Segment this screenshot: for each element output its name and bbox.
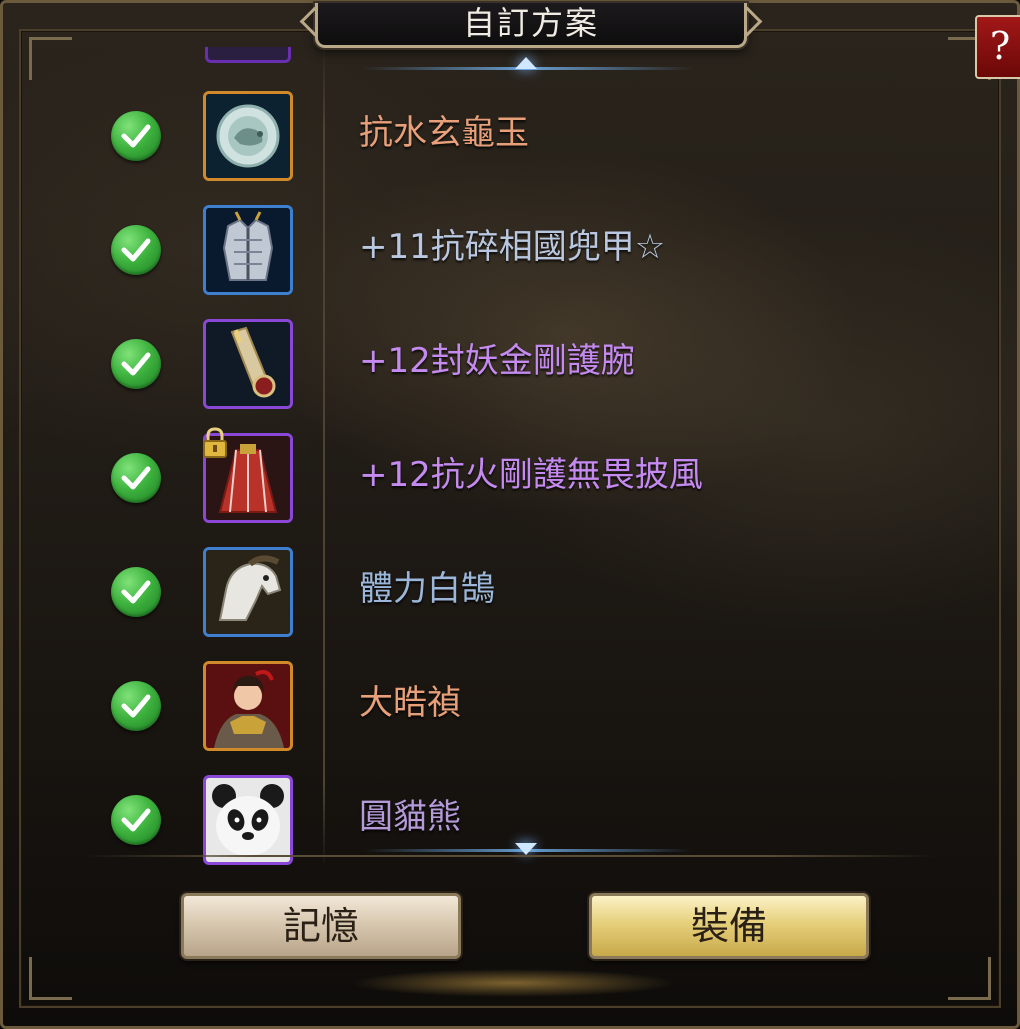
- item-name: +11抗碎相國兜甲☆: [359, 227, 666, 267]
- custom-plan-panel: 自訂方案 ? 抗水玄龜玉 +11抗碎相國兜甲☆ +12封妖金剛護腕 +12抗火剛…: [0, 0, 1020, 1029]
- panda-icon[interactable]: [203, 775, 293, 865]
- memory-button[interactable]: 記憶: [181, 893, 461, 959]
- equip-button[interactable]: 裝備: [589, 893, 869, 959]
- checkmark-icon[interactable]: [111, 339, 161, 389]
- horse-icon[interactable]: [203, 547, 293, 637]
- title-plate: 自訂方案: [315, 3, 747, 48]
- footer-divider: [83, 855, 937, 857]
- equipment-list[interactable]: 抗水玄龜玉 +11抗碎相國兜甲☆ +12封妖金剛護腕 +12抗火剛護無畏披風 體…: [3, 47, 1020, 867]
- item-name: 體力白鵠: [359, 569, 495, 609]
- corner-ornament: [948, 957, 991, 1000]
- corner-ornament: [29, 957, 72, 1000]
- list-item[interactable]: 圓貓熊: [3, 775, 1020, 867]
- checkmark-icon[interactable]: [111, 453, 161, 503]
- checkmark-icon[interactable]: [111, 681, 161, 731]
- list-item[interactable]: +12封妖金剛護腕: [3, 319, 1020, 433]
- item-name: 大晧禎: [359, 683, 461, 723]
- item-name: 圓貓熊: [359, 797, 461, 837]
- item-name: +12封妖金剛護腕: [359, 341, 635, 381]
- panel-title: 自訂方案: [462, 4, 599, 42]
- bracer-icon[interactable]: [203, 319, 293, 409]
- item-name: 抗水玄龜玉: [359, 113, 529, 153]
- lock-icon: [201, 427, 229, 459]
- list-item[interactable]: 體力白鵠: [3, 547, 1020, 661]
- checkmark-icon[interactable]: [111, 795, 161, 845]
- jade-disc-icon[interactable]: [203, 91, 293, 181]
- list-item[interactable]: +11抗碎相國兜甲☆: [3, 205, 1020, 319]
- item-name: +12抗火剛護無畏披風: [359, 455, 703, 495]
- bottom-glow: [283, 963, 743, 1003]
- checkmark-icon[interactable]: [111, 111, 161, 161]
- checkmark-icon[interactable]: [111, 225, 161, 275]
- checkmark-icon[interactable]: [111, 567, 161, 617]
- scroll-down-arrow-icon[interactable]: [515, 843, 537, 855]
- list-item[interactable]: 抗水玄龜玉: [3, 91, 1020, 205]
- armor-icon[interactable]: [203, 205, 293, 295]
- list-item[interactable]: 大晧禎: [3, 661, 1020, 775]
- partial-item-icon: [205, 47, 291, 63]
- list-item[interactable]: +12抗火剛護無畏披風: [3, 427, 1020, 547]
- heroine-portrait-icon[interactable]: [203, 661, 293, 751]
